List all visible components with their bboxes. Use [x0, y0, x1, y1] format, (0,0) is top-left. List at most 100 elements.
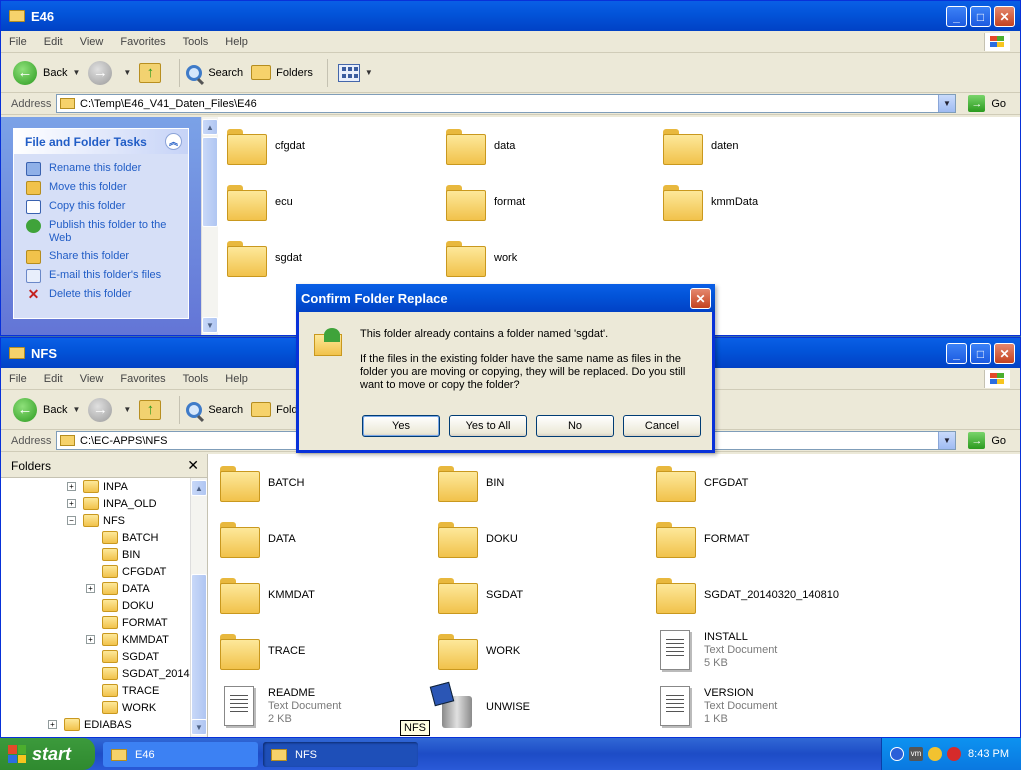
folder-item[interactable]: kmmData [663, 185, 758, 221]
back-button[interactable]: ← Back ▼ [13, 60, 80, 85]
task-share[interactable]: Share this folder [26, 250, 188, 264]
security-shield-icon[interactable] [928, 747, 942, 761]
tree-item[interactable]: + INPA [67, 478, 128, 495]
clock[interactable]: 8:43 PM [968, 748, 1009, 760]
task-email[interactable]: E-mail this folder's files [26, 269, 188, 283]
menu-favorites[interactable]: Favorites [120, 36, 165, 48]
vmware-tray-icon[interactable]: vm [909, 747, 923, 761]
tree-item-selected[interactable]: − NFS [67, 512, 125, 529]
tree-item[interactable]: BIN [102, 546, 140, 563]
tree-item[interactable]: SGDAT_20140 [102, 665, 190, 682]
folder-tree-scrollbar[interactable]: ▲ ▼ [190, 478, 207, 737]
folder-item[interactable]: SGDAT_20140320_140810 [656, 578, 839, 614]
chevron-down-icon[interactable]: ▼ [72, 68, 80, 77]
scroll-thumb[interactable] [202, 137, 218, 227]
folder-item[interactable]: KMMDAT [220, 578, 315, 614]
menu-file[interactable]: File [9, 373, 27, 385]
expand-plus-icon[interactable]: + [86, 635, 95, 644]
tree-item[interactable]: + DATA [86, 580, 150, 597]
folder-item[interactable]: data [446, 129, 515, 165]
menu-view[interactable]: View [80, 373, 104, 385]
dialog-title-bar[interactable]: Confirm Folder Replace ✕ [296, 284, 715, 312]
menu-favorites[interactable]: Favorites [120, 373, 165, 385]
start-button[interactable]: start [0, 738, 95, 770]
tray-expand-icon[interactable] [890, 747, 904, 761]
menu-help[interactable]: Help [225, 36, 248, 48]
task-pane-scrollbar[interactable]: ▲ ▼ [201, 117, 218, 335]
folder-item[interactable]: sgdat [227, 241, 302, 277]
task-move[interactable]: Move this folder [26, 181, 188, 195]
tasks-header[interactable]: File and Folder Tasks ︽ [14, 129, 188, 154]
file-item[interactable]: UNWISE [429, 681, 530, 730]
tree-item[interactable]: SGDAT [102, 648, 159, 665]
expand-plus-icon[interactable]: + [86, 584, 95, 593]
address-dropdown-button[interactable]: ▼ [938, 432, 955, 449]
folder-item[interactable]: DATA [220, 522, 296, 558]
chevron-down-icon[interactable]: ▼ [123, 68, 131, 77]
address-input[interactable]: C:\Temp\E46_V41_Daten_Files\E46 ▼ [56, 94, 956, 113]
close-icon[interactable]: ✕ [187, 457, 199, 474]
minimize-button[interactable]: _ [946, 343, 967, 364]
tree-item[interactable]: + INPA_OLD [67, 495, 157, 512]
minimize-button[interactable]: _ [946, 6, 967, 27]
maximize-button[interactable]: □ [970, 6, 991, 27]
menu-edit[interactable]: Edit [44, 36, 63, 48]
security-alert-icon[interactable] [947, 747, 961, 761]
back-button[interactable]: ← Back ▼ [13, 397, 80, 422]
chevron-down-icon[interactable]: ▼ [72, 405, 80, 414]
menu-view[interactable]: View [80, 36, 104, 48]
tree-item[interactable]: DOKU [102, 597, 154, 614]
close-button[interactable]: ✕ [994, 343, 1015, 364]
close-button[interactable]: ✕ [994, 6, 1015, 27]
folder-item[interactable]: SGDAT [438, 578, 523, 614]
file-item[interactable]: README Text Document 2 KB [220, 686, 341, 726]
tree-item[interactable]: BATCH [102, 529, 158, 546]
search-button[interactable]: Search [186, 64, 243, 81]
file-item[interactable]: VERSION Text Document 1 KB [656, 686, 777, 726]
no-button[interactable]: No [536, 415, 614, 437]
collapse-minus-icon[interactable]: − [67, 516, 76, 525]
folders-button[interactable]: Folders [251, 65, 313, 80]
forward-button[interactable]: → ▼ [88, 397, 131, 422]
folder-item[interactable]: FORMAT [656, 522, 750, 558]
menu-file[interactable]: File [9, 36, 27, 48]
expand-plus-icon[interactable]: + [48, 720, 57, 729]
tree-item[interactable]: FORMAT [102, 614, 168, 631]
folder-item[interactable]: TRACE [220, 634, 305, 670]
expand-plus-icon[interactable]: + [67, 482, 76, 491]
search-button[interactable]: Search [186, 401, 243, 418]
taskbar-item-nfs[interactable]: NFS [263, 742, 418, 767]
close-button[interactable]: ✕ [690, 288, 711, 309]
folder-item[interactable]: format [446, 185, 525, 221]
folder-item[interactable]: BATCH [220, 466, 304, 502]
expand-plus-icon[interactable]: + [67, 499, 76, 508]
task-copy[interactable]: Copy this folder [26, 200, 188, 214]
address-dropdown-button[interactable]: ▼ [938, 95, 955, 112]
tree-item[interactable]: + KMMDAT [86, 631, 169, 648]
scroll-down-button[interactable]: ▼ [191, 719, 207, 735]
scroll-up-button[interactable]: ▲ [191, 480, 207, 496]
go-button[interactable]: → Go [968, 432, 1006, 449]
folder-item[interactable]: ecu [227, 185, 293, 221]
folder-item[interactable]: daten [663, 129, 739, 165]
folder-item[interactable]: cfgdat [227, 129, 305, 165]
menu-edit[interactable]: Edit [44, 373, 63, 385]
go-button[interactable]: → Go [968, 95, 1006, 112]
menu-tools[interactable]: Tools [183, 373, 209, 385]
tree-item[interactable]: CFGDAT [102, 563, 166, 580]
file-item[interactable]: INSTALL Text Document 5 KB [656, 630, 777, 670]
views-button[interactable]: ▼ [334, 63, 373, 82]
cancel-button[interactable]: Cancel [623, 415, 701, 437]
folder-item[interactable]: WORK [438, 634, 520, 670]
scroll-down-button[interactable]: ▼ [202, 317, 218, 333]
forward-button[interactable]: → ▼ [88, 60, 131, 85]
task-publish[interactable]: Publish this folder to the Web [26, 219, 188, 245]
folder-item[interactable]: CFGDAT [656, 466, 748, 502]
chevron-down-icon[interactable]: ▼ [123, 405, 131, 414]
tree-item[interactable]: + EDIABAS [48, 716, 132, 733]
maximize-button[interactable]: □ [970, 343, 991, 364]
title-bar[interactable]: E46 _ □ ✕ [1, 1, 1020, 31]
scroll-up-button[interactable]: ▲ [202, 119, 218, 135]
folder-item[interactable]: DOKU [438, 522, 518, 558]
tree-item[interactable]: TRACE [102, 682, 159, 699]
